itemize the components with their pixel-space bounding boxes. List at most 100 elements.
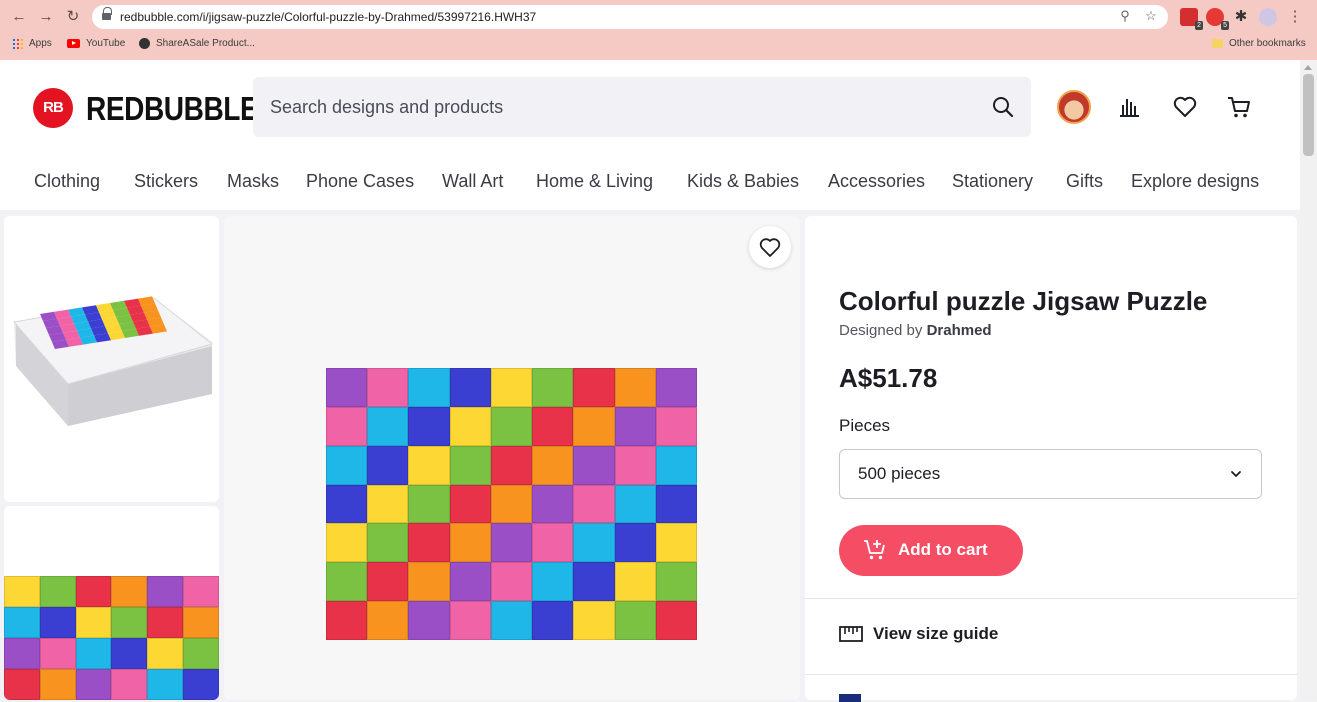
- reload-icon[interactable]: ↻: [64, 8, 82, 26]
- nav-kids-babies[interactable]: Kids & Babies: [687, 171, 799, 192]
- favorite-button[interactable]: [749, 226, 791, 268]
- site-header: RB REDBUBBLE Search designs and products: [0, 60, 1300, 210]
- puzzle-piece: [532, 406, 574, 446]
- bookmark-youtube[interactable]: YouTube: [67, 38, 125, 49]
- extension-icon[interactable]: 2: [1180, 8, 1203, 30]
- puzzle-piece: [408, 523, 450, 563]
- puzzle-piece: [408, 368, 450, 407]
- puzzle-piece: [532, 484, 574, 524]
- puzzle-piece: [183, 669, 219, 700]
- scroll-up-icon[interactable]: [1304, 65, 1312, 70]
- puzzle-piece: [367, 523, 409, 563]
- youtube-icon: [67, 39, 80, 48]
- thumbnail-tin[interactable]: [4, 216, 219, 502]
- puzzle-thumbnail-image: [4, 576, 219, 700]
- product-panel: Colorful puzzle Jigsaw Puzzle Designed b…: [805, 216, 1297, 702]
- chevron-down-icon: [1231, 471, 1241, 477]
- puzzle-piece: [326, 601, 368, 640]
- pieces-select[interactable]: 500 pieces: [839, 449, 1262, 499]
- nav-wall-art[interactable]: Wall Art: [442, 171, 503, 192]
- main-product-image: [224, 216, 800, 700]
- puzzle-piece: [326, 562, 368, 602]
- puzzle-piece: [183, 638, 219, 669]
- other-bookmarks[interactable]: Other bookmarks: [1212, 38, 1306, 49]
- nav-accessories[interactable]: Accessories: [828, 171, 925, 192]
- puzzle-piece: [573, 562, 615, 602]
- puzzle-piece: [326, 368, 368, 407]
- size-guide-link[interactable]: View size guide: [839, 622, 1079, 646]
- thumbnail-puzzle[interactable]: [4, 506, 219, 700]
- bookmarks-bar: Apps YouTube ShareASale Product... Other…: [0, 34, 1317, 56]
- puzzle-piece: [655, 484, 697, 524]
- nav-stationery[interactable]: Stationery: [952, 171, 1033, 192]
- nav-phone-cases[interactable]: Phone Cases: [306, 171, 414, 192]
- nav-masks[interactable]: Masks: [227, 171, 279, 192]
- puzzle-extensions-icon[interactable]: ✱: [1232, 8, 1250, 26]
- puzzle-piece: [614, 406, 656, 446]
- apps-grid-icon: [13, 38, 23, 49]
- puzzle-piece: [614, 601, 656, 640]
- puzzle-piece: [490, 562, 533, 602]
- bookmark-label: Apps: [29, 38, 52, 49]
- cart-icon[interactable]: [1225, 93, 1253, 121]
- puzzle-piece: [39, 607, 76, 638]
- puzzle-piece: [367, 445, 409, 485]
- puzzle-piece: [614, 445, 656, 485]
- extension-icon[interactable]: 5: [1206, 8, 1229, 30]
- dashboard-icon[interactable]: [1116, 93, 1144, 121]
- lock-icon: [102, 7, 112, 22]
- add-to-cart-button[interactable]: Add to cart: [839, 525, 1023, 576]
- search-input[interactable]: Search designs and products: [253, 77, 1031, 137]
- browser-toolbar: ← → ↻ redbubble.com/i/jigsaw-puzzle/Colo…: [0, 0, 1317, 34]
- add-to-cart-label: Add to cart: [898, 540, 988, 559]
- star-icon[interactable]: ☆: [1142, 8, 1160, 24]
- url-text[interactable]: redbubble.com/i/jigsaw-puzzle/Colorful-p…: [120, 10, 536, 24]
- menu-icon[interactable]: ⋮: [1286, 8, 1304, 26]
- back-icon[interactable]: ←: [10, 8, 28, 26]
- puzzle-piece: [573, 601, 615, 640]
- puzzle-piece: [655, 445, 697, 485]
- heart-icon[interactable]: [1171, 93, 1199, 121]
- puzzle-piece: [655, 406, 697, 446]
- page-content: RB REDBUBBLE Search designs and products: [0, 60, 1300, 702]
- browser-chrome: ← → ↻ redbubble.com/i/jigsaw-puzzle/Colo…: [0, 0, 1317, 60]
- puzzle-piece: [147, 576, 184, 607]
- extension-badge: 2: [1195, 21, 1203, 30]
- scroll-thumb[interactable]: [1303, 74, 1314, 156]
- puzzle-image: [326, 368, 697, 640]
- bookmark-shareasale[interactable]: ShareASale Product...: [139, 38, 255, 49]
- page-scrollbar[interactable]: [1300, 60, 1317, 700]
- product-price: A$51.78: [839, 363, 938, 393]
- puzzle-piece: [111, 638, 148, 669]
- address-bar[interactable]: redbubble.com/i/jigsaw-puzzle/Colorful-p…: [92, 5, 1168, 29]
- puzzle-piece: [532, 601, 574, 640]
- forward-icon[interactable]: →: [37, 8, 55, 26]
- puzzle-piece: [490, 484, 533, 524]
- designed-by: Designed by Drahmed: [839, 322, 992, 339]
- designer-link[interactable]: Drahmed: [927, 322, 992, 339]
- nav-home-living[interactable]: Home & Living: [536, 171, 653, 192]
- puzzle-piece: [367, 601, 409, 640]
- puzzle-piece: [532, 368, 574, 407]
- puzzle-piece: [449, 406, 491, 446]
- zoom-icon[interactable]: ⚲: [1116, 8, 1134, 24]
- puzzle-piece: [408, 601, 450, 640]
- nav-explore-designs[interactable]: Explore designs: [1131, 171, 1259, 192]
- nav-clothing[interactable]: Clothing: [34, 171, 100, 192]
- nav-stickers[interactable]: Stickers: [134, 171, 198, 192]
- puzzle-piece: [75, 607, 112, 638]
- redbubble-logo-icon[interactable]: RB: [33, 88, 73, 128]
- bookmark-apps[interactable]: Apps: [13, 38, 52, 49]
- puzzle-piece: [655, 523, 697, 563]
- avatar[interactable]: [1057, 90, 1091, 124]
- redbubble-logo-text[interactable]: REDBUBBLE: [86, 90, 259, 128]
- search-icon[interactable]: [991, 95, 1015, 119]
- puzzle-piece: [449, 484, 491, 524]
- extension-badge: 5: [1221, 21, 1229, 30]
- puzzle-piece: [111, 669, 148, 700]
- puzzle-piece: [573, 523, 615, 563]
- flag-icon: [839, 694, 861, 702]
- profile-icon[interactable]: [1259, 8, 1277, 26]
- puzzle-piece: [490, 445, 533, 485]
- nav-gifts[interactable]: Gifts: [1066, 171, 1103, 192]
